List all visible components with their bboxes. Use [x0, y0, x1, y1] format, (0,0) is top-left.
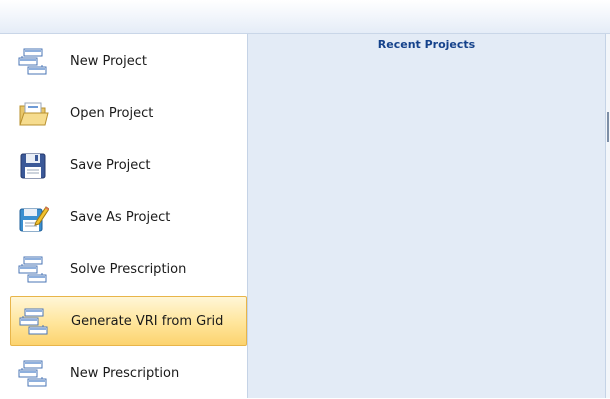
menu-item-label: Save Project: [70, 158, 151, 173]
save-project-menu-item[interactable]: Save Project: [10, 141, 247, 191]
folder-open-icon: [19, 102, 49, 126]
solve-prescription-menu-item[interactable]: Solve Prescription: [10, 245, 247, 295]
menu-item-label: Save As Project: [70, 210, 171, 225]
ribbon-bar: [0, 0, 610, 34]
menu-item-label: Generate VRI from Grid: [71, 314, 224, 329]
generate-vri-from-grid-menu-item[interactable]: Generate VRI from Grid: [10, 296, 247, 346]
prescription-icon: [18, 256, 47, 283]
recent-projects-title: Recent Projects: [377, 38, 476, 51]
new-project-icon: [18, 48, 47, 75]
application-menu: New Project Open Project Save Project Sa…: [0, 34, 248, 398]
floppy-disk-icon: [20, 153, 46, 179]
save-as-icon: [19, 206, 49, 232]
open-project-menu-item[interactable]: Open Project: [10, 89, 247, 139]
scrollbar-thumb[interactable]: [607, 112, 609, 142]
new-project-menu-item[interactable]: New Project: [10, 37, 247, 87]
menu-item-label: New Prescription: [70, 366, 180, 381]
new-prescription-menu-item[interactable]: New Prescription: [10, 349, 247, 399]
menu-item-label: New Project: [70, 54, 147, 69]
scrollbar[interactable]: [605, 34, 610, 398]
recent-projects-panel: Recent Projects: [248, 34, 605, 398]
menu-item-label: Open Project: [70, 106, 154, 121]
menu-item-label: Solve Prescription: [70, 262, 187, 277]
save-as-project-menu-item[interactable]: Save As Project: [10, 193, 247, 243]
grid-icon: [19, 308, 48, 335]
new-prescription-icon: [18, 360, 47, 387]
